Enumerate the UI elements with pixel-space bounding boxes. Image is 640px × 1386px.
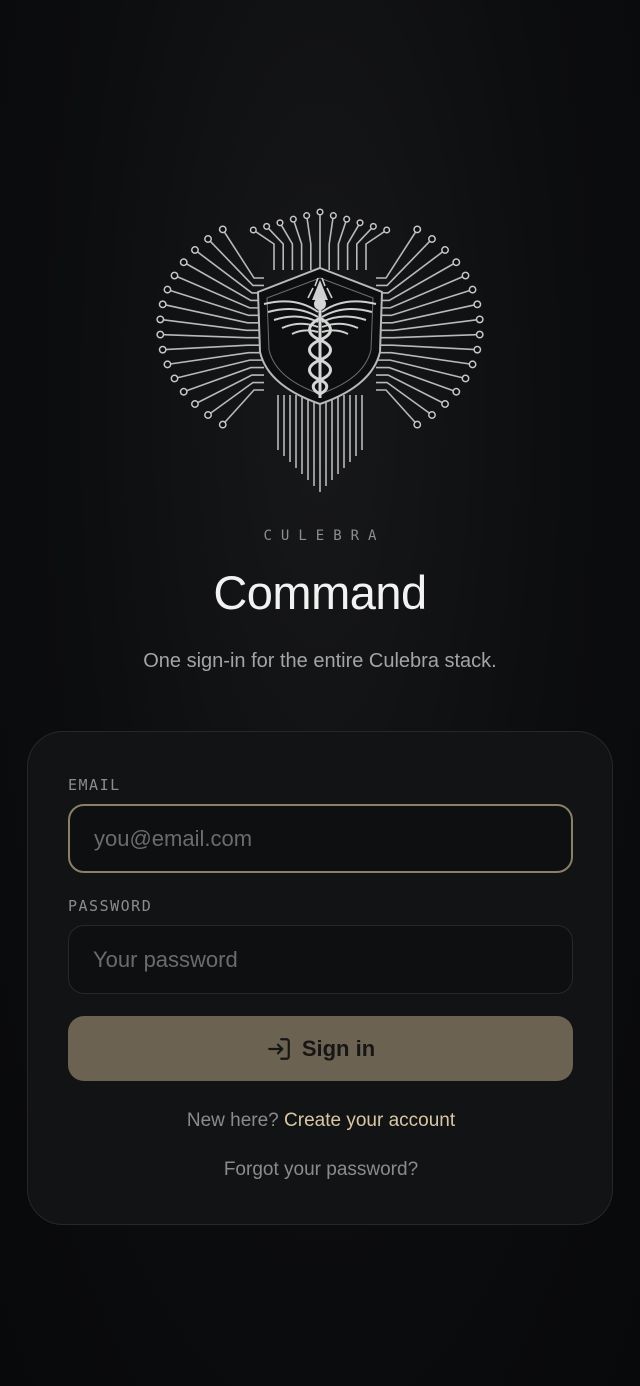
sign-in-card: EMAIL PASSWORD Sign in New here? Create … <box>27 731 613 1225</box>
forgot-password-link[interactable]: Forgot your password? <box>28 1159 614 1181</box>
new-here-text: New here? <box>186 1110 279 1131</box>
email-input[interactable] <box>68 804 573 873</box>
create-account-link[interactable]: Create your account <box>284 1110 455 1131</box>
sign-in-arrow-icon <box>267 1037 290 1060</box>
brand-wordmark: CULEBRA <box>263 528 386 544</box>
password-label: PASSWORD <box>68 897 153 915</box>
login-page: CULEBRA Command One sign-in for the enti… <box>0 0 640 1386</box>
circuit-shield-caduceus-icon <box>156 208 484 492</box>
page-subtitle: One sign-in for the entire Culebra stack… <box>143 650 497 672</box>
new-here-row: New here? Create your account <box>28 1110 614 1132</box>
page-title: Command <box>213 566 427 619</box>
password-input[interactable] <box>68 925 573 994</box>
email-label: EMAIL <box>68 776 121 794</box>
sign-in-label: Sign in <box>301 1035 376 1061</box>
sign-in-button[interactable]: Sign in <box>68 1016 573 1081</box>
